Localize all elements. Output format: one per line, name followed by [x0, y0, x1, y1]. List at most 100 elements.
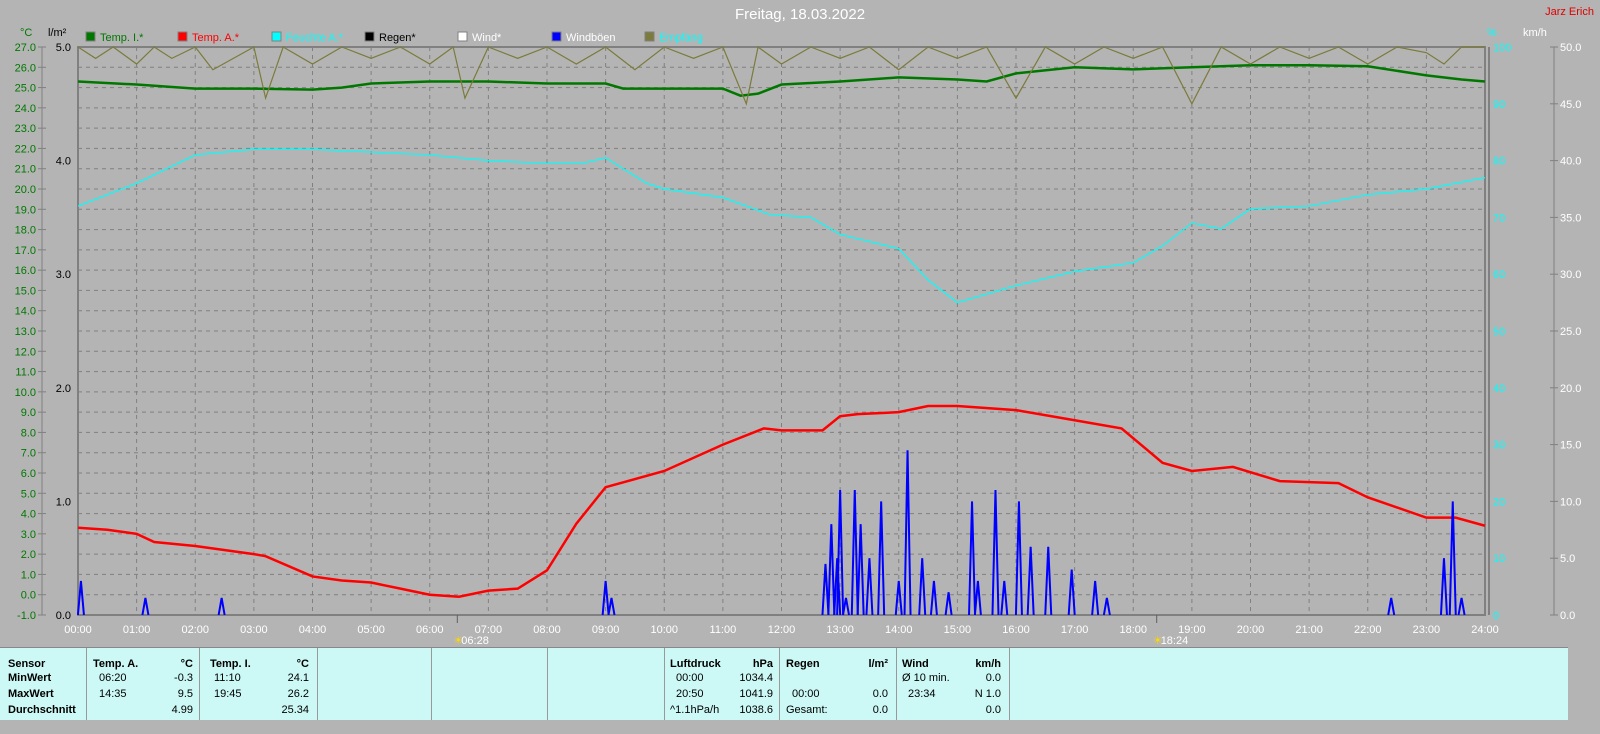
row-label-min: MinWert [8, 672, 52, 684]
temp-unit-label: °C [20, 27, 32, 39]
temp-i-avg: 25.34 [281, 704, 309, 716]
x-tick-label: 15:00 [944, 624, 972, 636]
sensor-column: Sensor MinWert MaxWert Durchschnitt [0, 648, 87, 720]
x-tick-label: 00:00 [64, 624, 92, 636]
x-tick-label: 04:00 [299, 624, 327, 636]
rain-tick-label: 5.0 [56, 42, 71, 54]
x-tick-label: 13:00 [826, 624, 854, 636]
pressure-min: 1034.4 [739, 672, 773, 684]
legend-label: Wind* [472, 32, 502, 44]
rain-tick-label: 3.0 [56, 269, 71, 281]
rain-value: 0.0 [872, 688, 888, 700]
wind-avg-label: Ø 10 min. [902, 672, 950, 684]
rain-unit: l/m² [868, 658, 888, 670]
temp-tick-label: 27.0 [15, 42, 36, 54]
legend-swatch [644, 31, 655, 42]
legend-label: Windböen [566, 32, 616, 44]
temp-tick-label: 6.0 [21, 468, 36, 480]
rain-header: Regen [786, 658, 820, 670]
temp-i-min: 24.1 [287, 672, 309, 684]
wind-tick-label: 25.0 [1560, 326, 1581, 338]
legend-swatch [364, 31, 375, 42]
wind-max: N 1.0 [974, 688, 1001, 700]
wind-column: Wind km/h Ø 10 min. 0.0 23:34 N 1.0 0.0 [897, 648, 1010, 720]
legend-label: Temp. I.* [100, 32, 144, 44]
temp-tick-label: 16.0 [15, 265, 36, 277]
rain-tick-label: 4.0 [56, 156, 71, 168]
pressure-trend: ^1.1hPa/h [670, 704, 720, 716]
temp-tick-label: 4.0 [21, 509, 36, 521]
pressure-max-time: 20:50 [676, 688, 704, 700]
x-tick-label: 11:00 [710, 624, 737, 636]
empty-column-3 [548, 648, 665, 720]
x-tick-label: 14:00 [885, 624, 913, 636]
humidity-tick-label: 50 [1493, 326, 1505, 338]
humidity-tick-label: 90 [1493, 99, 1505, 111]
x-tick-label: 02:00 [181, 624, 209, 636]
legend-label: Temp. A.* [192, 32, 240, 44]
humidity-tick-label: 20 [1493, 496, 1505, 508]
humidity-tick-label: 10 [1493, 553, 1505, 565]
temp-tick-label: 9.0 [21, 407, 36, 419]
pressure-column: Luftdruck hPa 00:00 1034.4 20:50 1041.9 ^1.… [665, 648, 780, 720]
rain-tick-label: 1.0 [56, 496, 71, 508]
x-tick-label: 22:00 [1354, 624, 1382, 636]
temp-tick-label: 15.0 [15, 285, 36, 297]
temp-i-min-time: 11:10 [214, 672, 241, 684]
temp-tick-label: 22.0 [15, 143, 36, 155]
temp-i-column: Temp. I. °C 11:10 24.1 19:45 26.2 25.34 [200, 648, 318, 720]
temp-tick-label: 25.0 [15, 83, 36, 95]
temp-a-max-time: 14:35 [99, 688, 127, 700]
temp-tick-label: 26.0 [15, 62, 36, 74]
wind-tick-label: 50.0 [1560, 42, 1581, 54]
x-tick-label: 08:00 [533, 624, 561, 636]
wind-tick-label: 45.0 [1560, 99, 1581, 111]
wind-tick-label: 40.0 [1560, 156, 1581, 168]
temp-tick-label: 3.0 [21, 529, 36, 541]
wind-tick-label: 30.0 [1560, 269, 1581, 281]
humidity-unit-label: % [1487, 27, 1497, 39]
wind-tick-label: 0.0 [1560, 610, 1575, 622]
pressure-max: 1041.9 [739, 688, 773, 700]
rain-column: Regen l/m² 00:00 0.0 Gesamt: 0.0 [780, 648, 897, 720]
x-tick-label: 20:00 [1237, 624, 1265, 636]
wind-max-time: 23:34 [908, 688, 936, 700]
temp-tick-label: 17.0 [15, 245, 36, 257]
temp-tick-label: 23.0 [15, 123, 36, 135]
temp-tick-label: 20.0 [15, 184, 36, 196]
wind-tick-label: 10.0 [1560, 496, 1581, 508]
legend-swatch [271, 31, 282, 42]
rain-unit-label: l/m² [48, 27, 67, 39]
temp-tick-label: 14.0 [15, 306, 36, 318]
wind-daily: 0.0 [985, 704, 1001, 716]
humidity-tick-label: 40 [1493, 383, 1505, 395]
temp-a-avg: 4.99 [171, 704, 193, 716]
temp-tick-label: 18.0 [15, 225, 36, 237]
temp-tick-label: 0.0 [21, 590, 36, 602]
humidity-tick-label: 60 [1493, 269, 1505, 281]
statistics-panel: Sensor MinWert MaxWert Durchschnitt Temp… [0, 647, 1568, 720]
rain-total: 0.0 [872, 704, 888, 716]
sunset-label: 18:24 [1161, 635, 1189, 647]
x-tick-label: 05:00 [357, 624, 385, 636]
pressure-min-time: 00:00 [676, 672, 704, 684]
x-tick-label: 21:00 [1295, 624, 1323, 636]
temp-tick-label: 19.0 [15, 204, 36, 216]
row-label-max: MaxWert [8, 688, 54, 700]
humidity-tick-label: 0 [1493, 610, 1499, 622]
x-tick-label: 12:00 [768, 624, 796, 636]
legend-swatch [85, 31, 96, 42]
rain-time: 00:00 [792, 688, 820, 700]
temp-tick-label: 12.0 [15, 346, 36, 358]
temp-tick-label: 8.0 [21, 427, 36, 439]
rain-tick-label: 2.0 [56, 383, 71, 395]
x-tick-label: 24:00 [1471, 624, 1499, 636]
temp-tick-label: 7.0 [21, 448, 36, 460]
x-tick-label: 01:00 [123, 624, 151, 636]
humidity-tick-label: 70 [1493, 212, 1505, 224]
x-tick-label: 06:00 [416, 624, 444, 636]
empty-column-1 [318, 648, 432, 720]
temp-i-max-time: 19:45 [214, 688, 242, 700]
x-tick-label: 16:00 [1002, 624, 1030, 636]
empty-column-2 [432, 648, 548, 720]
